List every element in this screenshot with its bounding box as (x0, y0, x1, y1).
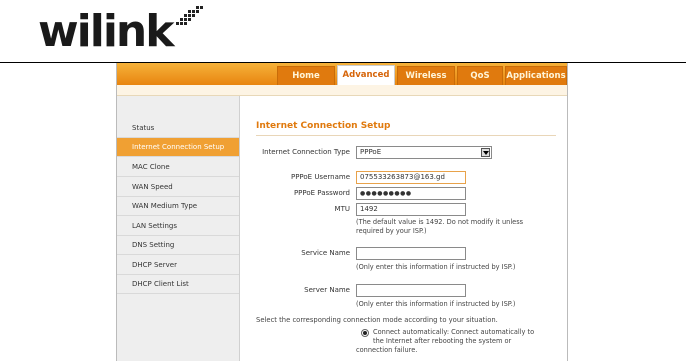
sub-navigation-strip (117, 85, 567, 96)
tab-advanced[interactable]: Advanced (337, 65, 395, 85)
connect-automatically-line-1: Connect automatically: Connect automatic… (373, 328, 535, 336)
title-divider (256, 135, 556, 136)
connection-mode-prompt: Select the corresponding connection mode… (256, 316, 498, 324)
logo-wordmark: wilink (38, 6, 174, 57)
mtu-input[interactable]: 1492 (356, 203, 466, 216)
tab-wireless[interactable]: Wireless (397, 66, 455, 85)
connection-type-value: PPPoE (360, 148, 382, 156)
sidebar-menu: Status Internet Connection Setup MAC Clo… (117, 96, 240, 361)
mtu-hint-line-1: (The default value is 1492. Do not modif… (356, 218, 524, 226)
wilink-logo: wilink (38, 4, 203, 60)
service-name-input[interactable] (356, 247, 466, 260)
logo-wifi-dots-icon (176, 6, 203, 25)
connect-automatically-line-2: the Internet after rebooting the system … (373, 337, 512, 345)
sidebar-item-dhcp-server[interactable]: DHCP Server (117, 256, 239, 275)
connection-type-label: Internet Connection Type (262, 148, 350, 156)
sidebar-item-status[interactable]: Status (117, 119, 239, 138)
server-name-hint: (Only enter this information if instruct… (356, 300, 516, 308)
chevron-down-icon[interactable] (481, 148, 490, 157)
mtu-hint-line-2: required by your ISP.) (356, 227, 427, 235)
sidebar-item-lan-settings[interactable]: LAN Settings (117, 217, 239, 236)
pppoe-username-input[interactable]: 075533263873@163.gd (356, 171, 466, 184)
pppoe-password-input[interactable]: ●●●●●●●●● (356, 187, 466, 200)
connect-automatically-line-3: connection failure. (356, 346, 418, 354)
pppoe-username-label: PPPoE Username (290, 173, 350, 181)
pppoe-password-label: PPPoE Password (293, 189, 350, 197)
mtu-label: MTU (334, 205, 350, 213)
connection-type-select[interactable]: PPPoE (356, 146, 492, 159)
tab-qos[interactable]: QoS (457, 66, 503, 85)
server-name-input[interactable] (356, 284, 466, 297)
tab-home[interactable]: Home (277, 66, 335, 85)
connect-automatically-radio[interactable] (361, 329, 369, 337)
page-title: Internet Connection Setup (256, 121, 391, 131)
tab-applications[interactable]: Applications (505, 66, 567, 85)
top-navigation-bar: Home Advanced Wireless QoS Applications (117, 63, 567, 85)
service-name-hint: (Only enter this information if instruct… (356, 263, 516, 271)
main-content: Internet Connection Setup Internet Conne… (240, 96, 567, 361)
server-name-label: Server Name (304, 286, 350, 294)
router-admin-window: Home Advanced Wireless QoS Applications … (116, 63, 568, 361)
service-name-label: Service Name (301, 249, 350, 257)
